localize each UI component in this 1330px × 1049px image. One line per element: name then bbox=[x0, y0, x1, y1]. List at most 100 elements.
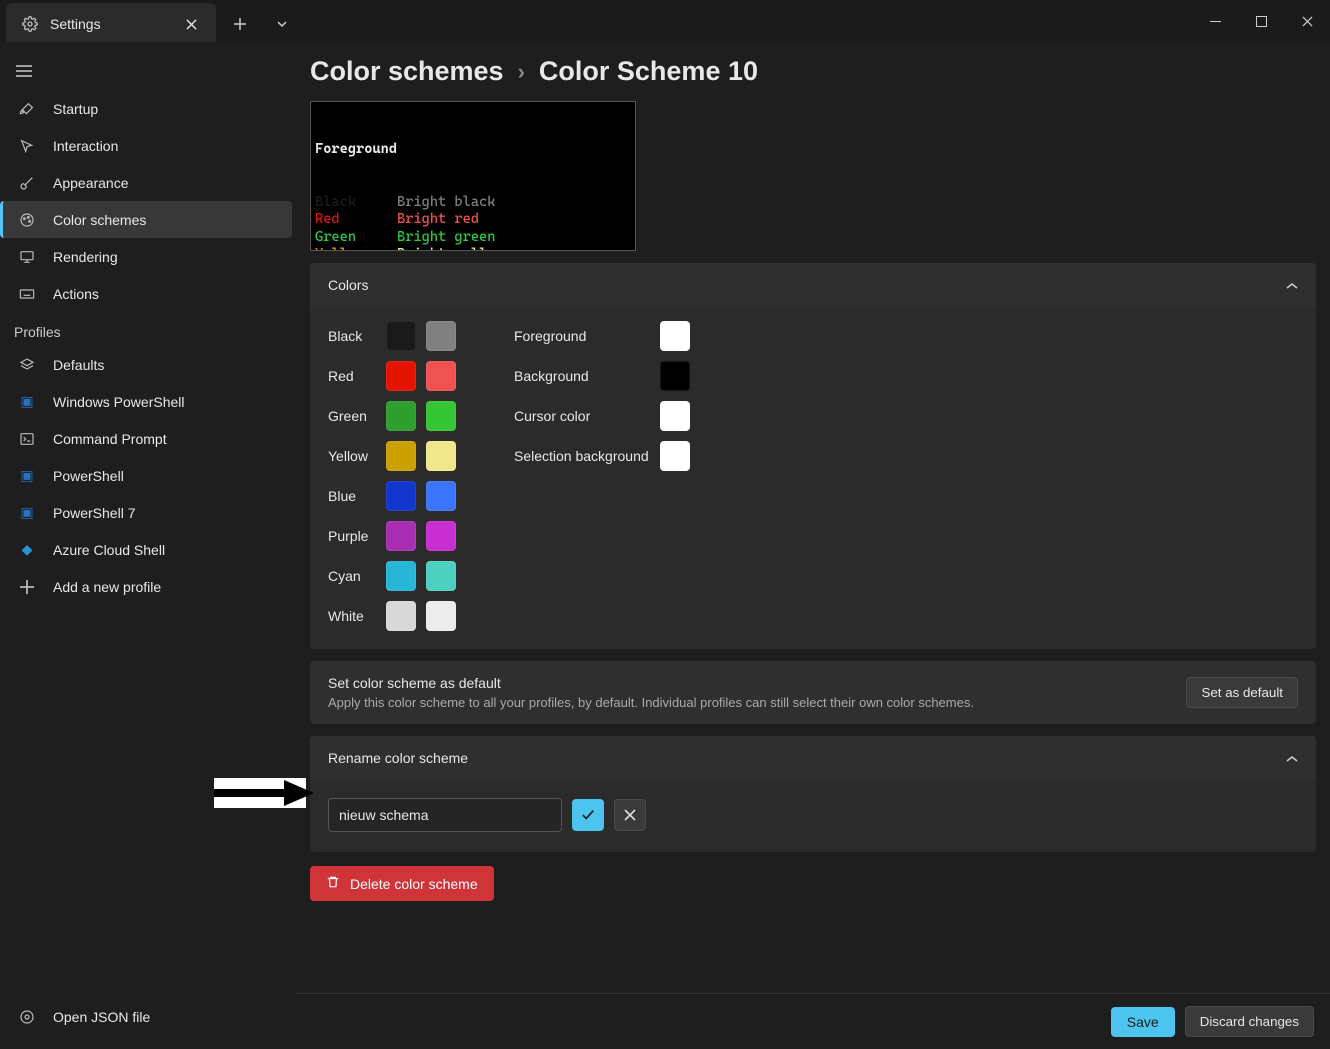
trash-icon bbox=[326, 875, 340, 892]
rename-input[interactable] bbox=[328, 798, 562, 832]
ansi-color-row: Green bbox=[328, 401, 456, 431]
color-swatch[interactable] bbox=[660, 361, 690, 391]
tab-dropdown-button[interactable] bbox=[264, 9, 300, 39]
color-label: White bbox=[328, 608, 376, 624]
tab-settings[interactable]: Settings bbox=[6, 3, 216, 45]
color-swatch[interactable] bbox=[386, 561, 416, 591]
content-area: Color schemes › Color Scheme 10 Foregrou… bbox=[296, 42, 1330, 1049]
sidebar-item-actions[interactable]: Actions bbox=[0, 275, 292, 312]
plus-icon bbox=[17, 580, 37, 594]
delete-label: Delete color scheme bbox=[350, 876, 478, 892]
color-swatch[interactable] bbox=[386, 361, 416, 391]
bright-color-swatch[interactable] bbox=[426, 561, 456, 591]
breadcrumb-root[interactable]: Color schemes bbox=[310, 56, 504, 87]
content-footer: Save Discard changes bbox=[296, 993, 1330, 1049]
color-swatch[interactable] bbox=[660, 321, 690, 351]
new-tab-button[interactable] bbox=[222, 9, 258, 39]
sidebar-item-label: Actions bbox=[53, 286, 99, 302]
save-button[interactable]: Save bbox=[1111, 1007, 1175, 1037]
preview-color-name: Green bbox=[315, 229, 397, 247]
color-swatch[interactable] bbox=[386, 481, 416, 511]
breadcrumb-current: Color Scheme 10 bbox=[539, 56, 758, 87]
layers-icon bbox=[17, 357, 37, 373]
sidebar-item-defaults[interactable]: Defaults bbox=[0, 346, 292, 383]
color-swatch[interactable] bbox=[386, 601, 416, 631]
breadcrumb: Color schemes › Color Scheme 10 bbox=[310, 56, 1316, 87]
color-swatch[interactable] bbox=[660, 441, 690, 471]
sidebar-item-open-json[interactable]: Open JSON file bbox=[0, 998, 292, 1035]
bright-color-swatch[interactable] bbox=[426, 401, 456, 431]
color-swatch[interactable] bbox=[660, 401, 690, 431]
bright-color-swatch[interactable] bbox=[426, 601, 456, 631]
titlebar: Settings bbox=[0, 0, 1330, 42]
sidebar-item-label: Open JSON file bbox=[53, 1009, 150, 1025]
powershell-core-icon: ▣ bbox=[17, 467, 37, 484]
color-label: Foreground bbox=[514, 328, 650, 344]
terminal-color-row: Cursor color bbox=[514, 401, 690, 431]
bright-color-swatch[interactable] bbox=[426, 321, 456, 351]
preview-bright-name: Bright red bbox=[397, 211, 479, 229]
sidebar-item-rendering[interactable]: Rendering bbox=[0, 238, 292, 275]
rename-panel-header[interactable]: Rename color scheme bbox=[310, 736, 1316, 780]
colors-panel: Colors BlackRedGreenYellowBluePurpleCyan… bbox=[310, 263, 1316, 649]
panel-title: Rename color scheme bbox=[328, 750, 468, 766]
ansi-color-row: Purple bbox=[328, 521, 456, 551]
sidebar-item-add-profile[interactable]: Add a new profile bbox=[0, 568, 292, 605]
bright-color-swatch[interactable] bbox=[426, 361, 456, 391]
preview-row: RedBright red bbox=[315, 211, 631, 229]
minimize-button[interactable] bbox=[1192, 5, 1238, 37]
close-window-button[interactable] bbox=[1284, 5, 1330, 37]
color-swatch[interactable] bbox=[386, 441, 416, 471]
color-label: Blue bbox=[328, 488, 376, 504]
sidebar-item-label: Command Prompt bbox=[53, 431, 167, 447]
color-label: Purple bbox=[328, 528, 376, 544]
sidebar-item-azure-cloud-shell[interactable]: ◆ Azure Cloud Shell bbox=[0, 531, 292, 568]
sidebar-item-label: Azure Cloud Shell bbox=[53, 542, 165, 558]
sidebar-item-interaction[interactable]: Interaction bbox=[0, 127, 292, 164]
delete-color-scheme-button[interactable]: Delete color scheme bbox=[310, 866, 494, 901]
set-default-title: Set color scheme as default bbox=[328, 675, 1166, 691]
sidebar-item-windows-powershell[interactable]: ▣ Windows PowerShell bbox=[0, 383, 292, 420]
bright-color-swatch[interactable] bbox=[426, 441, 456, 471]
set-as-default-button[interactable]: Set as default bbox=[1186, 677, 1298, 708]
sidebar-item-color-schemes[interactable]: Color schemes bbox=[0, 201, 292, 238]
sidebar-item-appearance[interactable]: Appearance bbox=[0, 164, 292, 201]
sidebar-item-powershell[interactable]: ▣ PowerShell bbox=[0, 457, 292, 494]
palette-icon bbox=[17, 212, 37, 228]
sidebar-item-startup[interactable]: Startup bbox=[0, 90, 292, 127]
sidebar-item-label: Add a new profile bbox=[53, 579, 161, 595]
bright-color-swatch[interactable] bbox=[426, 521, 456, 551]
maximize-button[interactable] bbox=[1238, 5, 1284, 37]
sidebar-item-label: Defaults bbox=[53, 357, 104, 373]
sidebar-item-command-prompt[interactable]: Command Prompt bbox=[0, 420, 292, 457]
brush-icon bbox=[17, 175, 37, 191]
colors-panel-header[interactable]: Colors bbox=[310, 263, 1316, 307]
color-swatch[interactable] bbox=[386, 401, 416, 431]
profiles-heading: Profiles bbox=[0, 312, 296, 346]
bright-color-swatch[interactable] bbox=[426, 481, 456, 511]
discard-changes-button[interactable]: Discard changes bbox=[1185, 1006, 1314, 1037]
sidebar-item-powershell-7[interactable]: ▣ PowerShell 7 bbox=[0, 494, 292, 531]
keyboard-icon bbox=[17, 286, 37, 302]
rename-accept-button[interactable] bbox=[572, 799, 604, 831]
color-label: Cursor color bbox=[514, 408, 650, 424]
rename-panel: Rename color scheme bbox=[310, 736, 1316, 852]
preview-row: GreenBright green bbox=[315, 229, 631, 247]
hamburger-button[interactable] bbox=[0, 54, 296, 90]
color-swatch[interactable] bbox=[386, 321, 416, 351]
preview-row: YellowBright yellow bbox=[315, 246, 631, 251]
ansi-color-row: Black bbox=[328, 321, 456, 351]
gear-icon bbox=[17, 1009, 37, 1025]
terminal-preview: Foreground BlackBright blackRedBright re… bbox=[310, 101, 636, 251]
monitor-icon bbox=[17, 249, 37, 265]
color-label: Black bbox=[328, 328, 376, 344]
ansi-color-row: Blue bbox=[328, 481, 456, 511]
arrow-annotation bbox=[214, 778, 306, 808]
color-swatch[interactable] bbox=[386, 521, 416, 551]
rename-cancel-button[interactable] bbox=[614, 799, 646, 831]
tab-close-button[interactable] bbox=[178, 11, 204, 37]
terminal-color-row: Selection background bbox=[514, 441, 690, 471]
set-default-panel: Set color scheme as default Apply this c… bbox=[310, 661, 1316, 724]
chevron-right-icon: › bbox=[518, 59, 525, 85]
sidebar-item-label: Windows PowerShell bbox=[53, 394, 185, 410]
